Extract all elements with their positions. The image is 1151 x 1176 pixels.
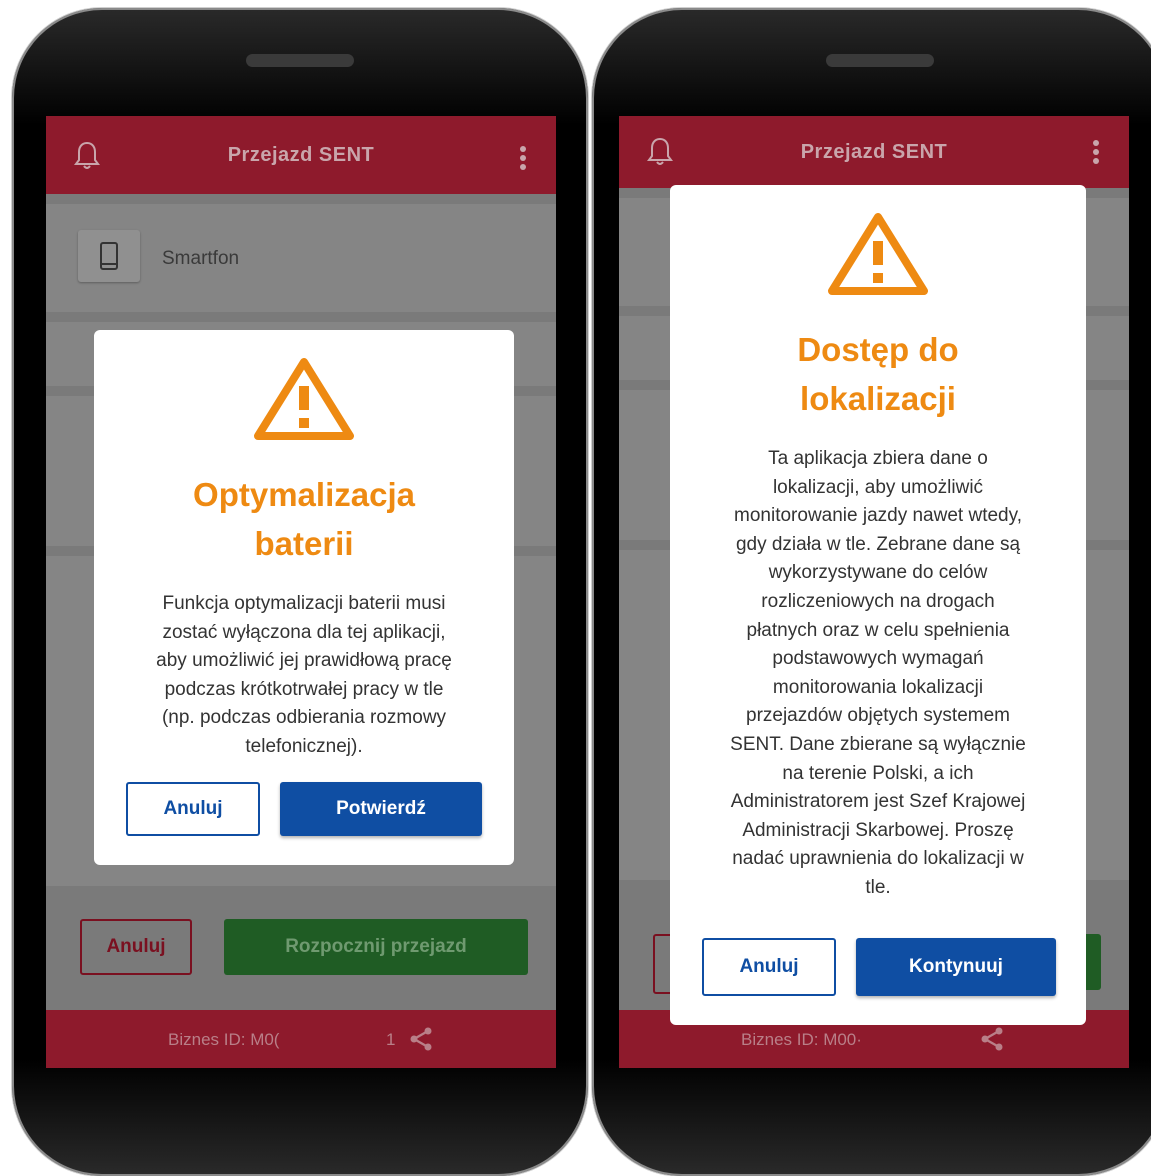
phone-right: Przejazd SENT Biznes ID: M00· Dostęp do …: [592, 8, 1151, 1176]
dialog-title: Dostęp do: [797, 331, 959, 368]
bell-icon[interactable]: [74, 140, 100, 170]
app-title: Przejazd SENT: [227, 143, 375, 166]
continue-button[interactable]: Kontynuuj: [856, 938, 1056, 996]
kebab-menu-icon[interactable]: [1093, 140, 1099, 164]
screen-left: Przejazd SENT Smartfon Anuluj Rozpocznij…: [46, 116, 556, 1068]
dialog-body: Ta aplikacja zbiera dane o lokalizacji, …: [730, 448, 1026, 898]
app-bar: Przejazd SENT: [46, 116, 556, 194]
device-label: Smartfon: [162, 248, 240, 269]
start-ride-button[interactable]: Rozpocznij przejazd: [224, 919, 528, 975]
app-title: Przejazd SENT: [800, 140, 948, 163]
location-dialog: Dostęp do lokalizacji Ta aplikacja zbier…: [670, 185, 1086, 1025]
share-icon[interactable]: [979, 1026, 1005, 1052]
speaker-grille: [246, 54, 354, 67]
phone-left: Przejazd SENT Smartfon Anuluj Rozpocznij…: [12, 8, 588, 1176]
bell-icon[interactable]: [647, 136, 673, 166]
dialog-body: Funkcja optymalizacji baterii musi zosta…: [156, 593, 452, 757]
battery-dialog: Optymalizacja baterii Funkcja optymaliza…: [94, 330, 514, 865]
cancel-button[interactable]: Anuluj: [702, 938, 836, 996]
cancel-ride-button[interactable]: Anuluj: [80, 919, 192, 975]
share-count: 1: [386, 1030, 396, 1049]
cancel-button[interactable]: Anuluj: [126, 782, 260, 836]
smartphone-icon[interactable]: [78, 230, 140, 282]
app-bar: Przejazd SENT: [619, 116, 1129, 188]
dialog-title: Optymalizacja: [193, 476, 415, 513]
footer-bar: Biznes ID: M0( 1: [46, 1010, 556, 1068]
dialog-title-line2: lokalizacji: [800, 380, 956, 417]
business-id: Biznes ID: M00·: [741, 1030, 862, 1049]
share-icon[interactable]: [408, 1026, 434, 1052]
business-id: Biznes ID: M0(: [168, 1030, 280, 1049]
dialog-title-line2: baterii: [254, 525, 354, 562]
warning-icon: [828, 213, 928, 295]
kebab-menu-icon[interactable]: [520, 146, 526, 170]
device-card: Smartfon: [46, 204, 556, 312]
screen-right: Przejazd SENT Biznes ID: M00· Dostęp do …: [619, 116, 1129, 1068]
speaker-grille: [826, 54, 934, 67]
confirm-button[interactable]: Potwierdź: [280, 782, 482, 836]
warning-icon: [254, 358, 354, 440]
